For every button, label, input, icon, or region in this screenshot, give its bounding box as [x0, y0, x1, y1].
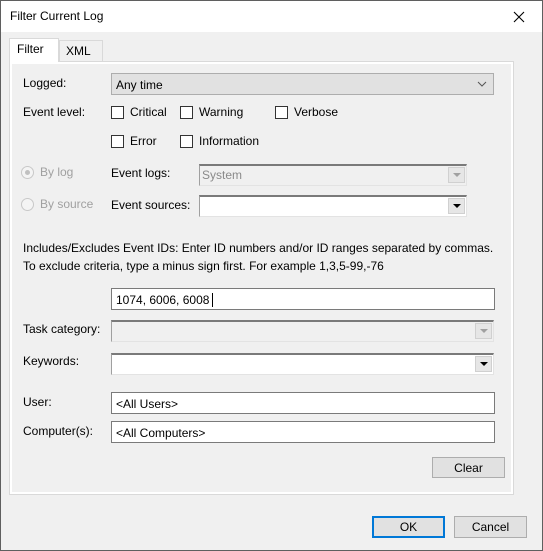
error-label: Error — [130, 134, 157, 148]
user-label: User: — [23, 395, 52, 409]
warning-label: Warning — [199, 105, 244, 119]
checkbox-box[interactable] — [180, 105, 193, 119]
filter-dialog: Filter Current Log Filter XML Logged: An… — [0, 0, 543, 551]
user-value: <All Users> — [116, 397, 179, 411]
logged-value: Any time — [116, 78, 163, 92]
ok-button[interactable]: OK — [372, 516, 445, 538]
checkbox-box[interactable] — [111, 105, 124, 119]
tab-xml[interactable]: XML — [59, 40, 103, 61]
event-sources-label: Event sources: — [111, 198, 191, 212]
keywords-dropdown[interactable] — [111, 353, 494, 375]
event-logs-dropdown-button[interactable] — [448, 167, 465, 183]
dropdown-arrow-icon — [452, 173, 461, 177]
tab-filter[interactable]: Filter — [9, 38, 59, 62]
by-log-radio[interactable]: By log — [21, 165, 73, 179]
information-checkbox[interactable]: Information — [180, 134, 259, 148]
dropdown-arrow-icon — [452, 204, 461, 208]
close-button[interactable] — [496, 1, 542, 32]
event-logs-value: System — [202, 168, 243, 182]
cancel-button[interactable]: Cancel — [454, 516, 527, 538]
filter-panel: Logged: Any time Event level: Critical W… — [9, 61, 514, 495]
computers-label: Computer(s): — [23, 424, 94, 438]
verbose-label: Verbose — [294, 105, 339, 119]
checkbox-box[interactable] — [111, 134, 124, 148]
warning-checkbox[interactable]: Warning — [180, 105, 243, 119]
error-checkbox[interactable]: Error — [111, 134, 157, 148]
task-category-dropdown-button[interactable] — [475, 323, 492, 339]
event-sources-dropdown-button[interactable] — [448, 198, 465, 214]
task-category-label: Task category: — [23, 322, 101, 336]
by-source-label: By source — [40, 197, 94, 211]
radio-circle[interactable] — [21, 197, 34, 211]
by-log-label: By log — [40, 165, 74, 179]
by-source-radio[interactable]: By source — [21, 197, 93, 211]
window-title: Filter Current Log — [10, 9, 104, 23]
checkbox-box[interactable] — [275, 105, 288, 119]
information-label: Information — [199, 134, 260, 148]
logged-label: Logged: — [23, 76, 67, 90]
computers-input[interactable]: <All Computers> — [111, 421, 495, 443]
computers-value: <All Computers> — [116, 426, 206, 440]
chevron-down-icon — [477, 81, 487, 87]
keywords-dropdown-button[interactable] — [475, 356, 492, 372]
event-sources-dropdown[interactable] — [199, 195, 467, 217]
user-input[interactable]: <All Users> — [111, 392, 495, 414]
event-ids-input[interactable]: 1074, 6006, 6008 — [111, 288, 495, 310]
checkbox-box[interactable] — [180, 134, 193, 148]
clear-button[interactable]: Clear — [432, 457, 505, 478]
event-level-label: Event level: — [23, 105, 86, 119]
critical-checkbox[interactable]: Critical — [111, 105, 167, 119]
radio-circle[interactable] — [21, 165, 34, 179]
verbose-checkbox[interactable]: Verbose — [275, 105, 338, 119]
task-category-dropdown[interactable] — [111, 320, 494, 342]
event-logs-label: Event logs: — [111, 166, 171, 180]
text-caret — [212, 293, 214, 307]
event-ids-description: Includes/Excludes Event IDs: Enter ID nu… — [23, 241, 494, 273]
critical-label: Critical — [130, 105, 167, 119]
logged-dropdown[interactable]: Any time — [111, 73, 494, 95]
keywords-label: Keywords: — [23, 354, 80, 368]
dropdown-arrow-icon — [479, 329, 488, 333]
close-icon — [513, 11, 525, 22]
dropdown-arrow-icon — [479, 362, 488, 366]
event-ids-value: 1074, 6006, 6008 — [116, 293, 210, 307]
event-logs-dropdown[interactable]: System — [199, 164, 467, 186]
title-bar: Filter Current Log — [1, 1, 542, 32]
